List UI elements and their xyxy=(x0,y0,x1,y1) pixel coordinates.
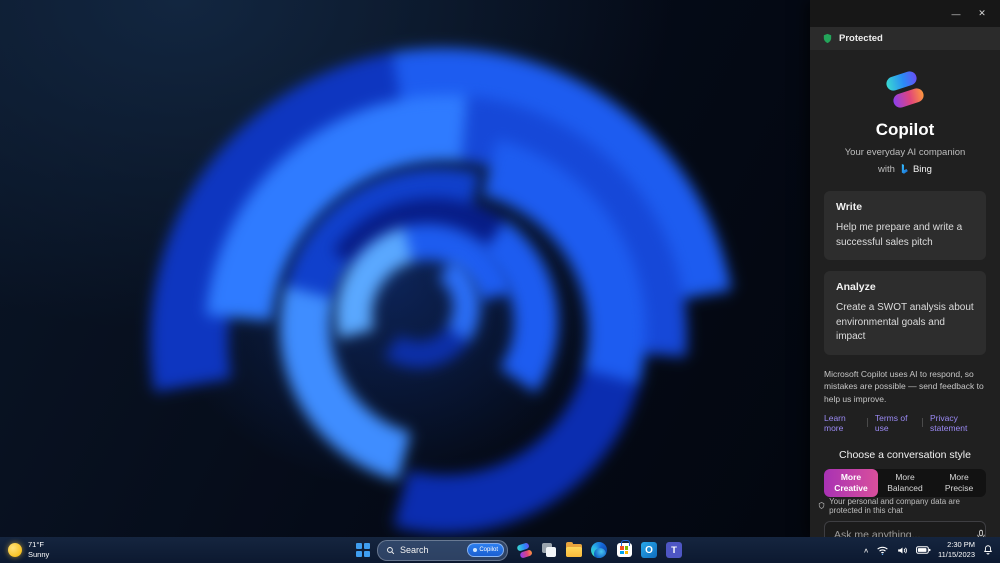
style-option-precise[interactable]: More Precise xyxy=(932,469,986,497)
divider xyxy=(922,418,924,428)
style-option-line2: Creative xyxy=(834,482,868,493)
legal-links: Learn more Terms of use Privacy statemen… xyxy=(824,413,986,433)
style-option-line1: More xyxy=(949,471,969,482)
weather-widget[interactable]: 71°F Sunny xyxy=(8,540,49,560)
tray-time: 2:30 PM xyxy=(947,540,975,550)
weather-condition: Sunny xyxy=(28,550,50,559)
wifi-icon[interactable] xyxy=(876,544,889,557)
badge-label: Copilot xyxy=(479,547,498,553)
battery-icon[interactable] xyxy=(916,544,931,556)
notifications-bell-icon[interactable] xyxy=(982,544,994,556)
minimize-button[interactable]: — xyxy=(944,4,968,24)
copilot-panel: — ✕ Protected Copilot Your everyday AI c… xyxy=(810,0,1000,563)
close-button[interactable]: ✕ xyxy=(970,4,994,24)
copilot-logo-icon xyxy=(884,69,926,110)
sun-icon xyxy=(8,543,22,557)
divider xyxy=(867,418,868,428)
taskbar: 71°F Sunny Search Copilot O T ∧ 2:30 PM … xyxy=(0,537,1000,563)
copilot-hero: Copilot Your everyday AI companion with … xyxy=(810,69,1000,175)
shield-outline-icon xyxy=(818,502,825,510)
panel-titlebar: — ✕ xyxy=(810,0,1000,27)
screen: — ✕ Protected Copilot Your everyday AI c… xyxy=(0,0,1000,563)
style-option-line2: Balanced xyxy=(887,482,923,493)
taskbar-copilot-icon[interactable] xyxy=(515,541,533,559)
data-protection-note: Your personal and company data are prote… xyxy=(818,497,992,515)
copilot-title: Copilot xyxy=(875,120,935,139)
protected-label: Protected xyxy=(839,33,883,44)
with-label: with xyxy=(878,163,895,175)
style-option-balanced[interactable]: More Balanced xyxy=(878,469,932,497)
conversation-style-toggle: More Creative More Balanced More Precise xyxy=(824,468,986,497)
card-description: Help me prepare and write a successful s… xyxy=(836,222,963,248)
search-label: Search xyxy=(400,545,429,555)
task-view-icon[interactable] xyxy=(540,541,558,559)
weather-temperature: 71°F xyxy=(28,540,44,550)
tray-date: 11/15/2023 xyxy=(938,550,975,559)
terms-of-use-link[interactable]: Terms of use xyxy=(875,413,915,433)
tray-overflow-chevron-icon[interactable]: ∧ xyxy=(863,546,869,553)
search-box[interactable]: Search Copilot xyxy=(377,539,508,561)
taskbar-center: Search Copilot O T xyxy=(356,537,683,563)
data-protection-text: Your personal and company data are prote… xyxy=(829,496,960,515)
shield-icon xyxy=(823,33,832,44)
with-bing-row: with Bing xyxy=(810,163,1000,175)
search-icon xyxy=(387,546,395,554)
outlook-icon[interactable]: O xyxy=(640,541,658,559)
copilot-subtitle: Your everyday AI companion xyxy=(844,147,966,158)
learn-more-link[interactable]: Learn more xyxy=(824,413,860,433)
volume-icon[interactable] xyxy=(896,544,909,557)
protected-status-bar: Protected xyxy=(810,27,1000,50)
bing-label: Bing xyxy=(912,163,932,175)
card-title: Analyze xyxy=(836,281,876,293)
suggestion-cards: Write Help me prepare and write a succes… xyxy=(810,191,1000,366)
card-title: Write xyxy=(836,201,863,213)
suggestion-card-write[interactable]: Write Help me prepare and write a succes… xyxy=(824,191,986,260)
file-explorer-icon[interactable] xyxy=(565,541,583,559)
edge-icon[interactable] xyxy=(590,541,608,559)
microsoft-store-icon[interactable] xyxy=(615,540,633,559)
start-button[interactable] xyxy=(356,543,370,557)
conversation-style-heading: Choose a conversation style xyxy=(839,448,971,461)
search-highlight-badge[interactable]: Copilot xyxy=(467,543,504,557)
privacy-statement-link[interactable]: Privacy statement xyxy=(930,413,986,433)
badge-icon xyxy=(473,548,478,552)
teams-icon[interactable]: T xyxy=(665,541,683,559)
bing-icon xyxy=(901,164,908,174)
system-tray: ∧ 2:30 PM 11/15/2023 xyxy=(863,537,994,563)
bloom-flower-graphic xyxy=(34,0,852,537)
suggestion-card-analyze[interactable]: Analyze Create a SWOT analysis about env… xyxy=(824,271,986,355)
style-option-line1: More xyxy=(895,471,915,482)
style-option-creative[interactable]: More Creative xyxy=(824,468,878,497)
card-description: Create a SWOT analysis about environment… xyxy=(836,302,974,342)
clock[interactable]: 2:30 PM 11/15/2023 xyxy=(938,540,975,560)
style-option-line1: More xyxy=(840,471,862,482)
ai-disclaimer-text: Microsoft Copilot uses AI to respond, so… xyxy=(824,368,984,405)
style-option-line2: Precise xyxy=(944,482,974,493)
